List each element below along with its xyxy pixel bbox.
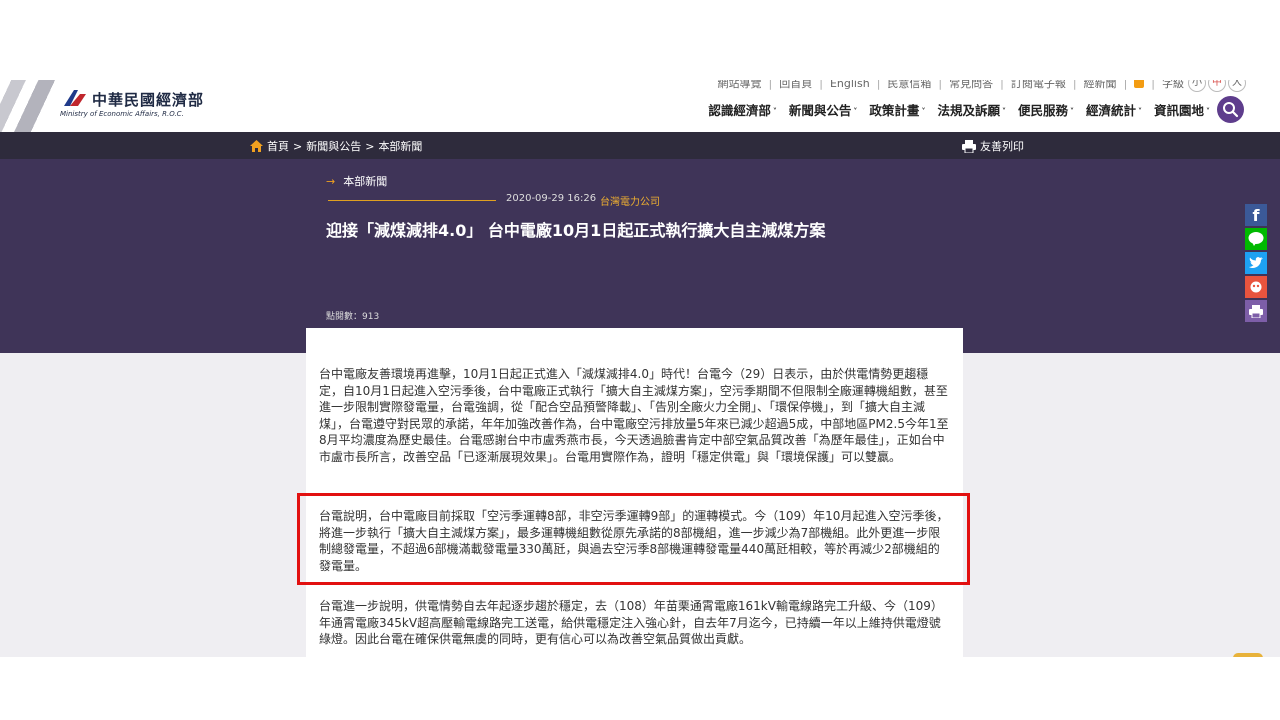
view-count: 點閱數：913 xyxy=(326,312,380,322)
breadcrumb-separator-icon: > xyxy=(365,139,375,153)
rss-icon[interactable] xyxy=(1134,80,1145,88)
chevron-down-icon: ˅ xyxy=(772,107,777,116)
nav-item-info[interactable]: 資訊園地 ˅ xyxy=(1154,100,1210,119)
search-button[interactable] xyxy=(1217,96,1244,123)
home-icon xyxy=(250,140,263,152)
nav-item-news[interactable]: 新聞與公告 ˅ xyxy=(789,100,858,119)
main-nav: 認識經濟部 ˅ 新聞與公告 ˅ 政策計畫 ˅ 法規及訴願 ˅ 便民服務 ˅ 經濟統計 ˅ 資… xyxy=(708,100,1210,119)
font-size-small-button[interactable]: 小 xyxy=(1188,80,1206,92)
nav-item-services[interactable]: 便民服務 ˅ xyxy=(1018,100,1074,119)
chevron-down-icon: ˅ xyxy=(1137,107,1142,116)
article-title: 迎接「減煤減排4.0」 台中電廠10月1日起正式執行擴大自主減煤方案 xyxy=(326,221,826,240)
facebook-icon[interactable]: f xyxy=(1245,204,1267,226)
logo-name-zh: 中華民國經濟部 xyxy=(92,91,205,109)
highlight-box xyxy=(297,493,970,585)
article-paragraph-3: 台電進一步說明，供電情勢自去年起逐步趨於穩定，去（108）年苗栗通霄電廠161k… xyxy=(319,599,943,646)
util-link-news[interactable]: 經新聞 xyxy=(1084,80,1117,91)
breadcrumb-current[interactable]: 本部新聞 xyxy=(378,138,422,154)
util-link-english[interactable]: English xyxy=(830,80,870,90)
publisher-org[interactable]: 台灣電力公司 xyxy=(600,193,660,208)
moea-logo-icon xyxy=(64,90,86,106)
nav-item-statistics[interactable]: 經濟統計 ˅ xyxy=(1086,100,1142,119)
share-bar: f xyxy=(1245,204,1267,324)
chevron-down-icon: ˅ xyxy=(1001,107,1006,116)
decorative-stripe xyxy=(0,80,60,132)
search-icon xyxy=(1223,102,1239,118)
utility-links: 網站導覽 | 回首頁 | English | 民意信箱 | 常見問答 | 訂閱電子報 | 經… xyxy=(718,80,1246,92)
breadcrumb: 首頁 > 新聞與公告 > 本部新聞 xyxy=(250,138,422,154)
nav-item-about[interactable]: 認識經濟部 ˅ xyxy=(708,100,777,119)
twitter-icon[interactable] xyxy=(1245,252,1267,274)
breadcrumb-separator-icon: > xyxy=(293,139,303,153)
util-link-faq[interactable]: 常見問答 xyxy=(949,80,993,91)
font-size-medium-button[interactable]: 中 xyxy=(1208,80,1226,92)
chevron-down-icon: ˅ xyxy=(853,107,858,116)
logo-name-en: Ministry of Economic Affairs, R.O.C. xyxy=(60,110,184,118)
print-icon[interactable] xyxy=(1245,300,1267,322)
util-link-home[interactable]: 回首頁 xyxy=(779,80,812,91)
print-label: 友善列印 xyxy=(980,140,1024,153)
line-icon[interactable] xyxy=(1245,228,1267,250)
util-link-subscribe[interactable]: 訂閱電子報 xyxy=(1011,80,1066,91)
breadcrumb-home[interactable]: 首頁 xyxy=(267,138,289,154)
util-link-mailbox[interactable]: 民意信箱 xyxy=(887,80,931,91)
printer-icon xyxy=(962,139,976,153)
arrow-right-icon: → xyxy=(326,175,336,188)
chevron-down-icon: ˅ xyxy=(1206,107,1210,116)
section-label: → 本部新聞 xyxy=(326,175,388,188)
back-to-top-tab[interactable] xyxy=(1233,653,1263,657)
publish-date: 2020-09-29 16:26 xyxy=(506,193,597,204)
page-viewport: 中華民國經濟部 Ministry of Economic Affairs, R.… xyxy=(0,80,1280,657)
nav-item-policy[interactable]: 政策計畫 ˅ xyxy=(869,100,925,119)
breadcrumb-news[interactable]: 新聞與公告 xyxy=(306,138,361,154)
nav-item-regulations[interactable]: 法規及訴願 ˅ xyxy=(937,100,1006,119)
plurk-icon[interactable] xyxy=(1245,276,1267,298)
breadcrumb-bar: 首頁 > 新聞與公告 > 本部新聞 友善列印 xyxy=(0,132,1280,159)
chevron-down-icon: ˅ xyxy=(921,107,926,116)
site-header: 中華民國經濟部 Ministry of Economic Affairs, R.… xyxy=(0,80,1280,132)
font-size-large-button[interactable]: 大 xyxy=(1228,80,1246,92)
chevron-down-icon: ˅ xyxy=(1069,107,1074,116)
divider xyxy=(328,200,496,201)
article-header: → 本部新聞 2020-09-29 16:26 台灣電力公司 迎接「減煤減排4.0… xyxy=(0,159,1280,353)
util-link-sitemap[interactable]: 網站導覽 xyxy=(718,80,762,91)
print-button[interactable]: 友善列印 xyxy=(962,138,1024,154)
article-paragraph-1: 台中電廠友善環境再進擊，10月1日起正式進入「減煤減排4.0」時代！台電今（29… xyxy=(319,367,949,464)
font-size-label: 字級 xyxy=(1162,80,1184,90)
